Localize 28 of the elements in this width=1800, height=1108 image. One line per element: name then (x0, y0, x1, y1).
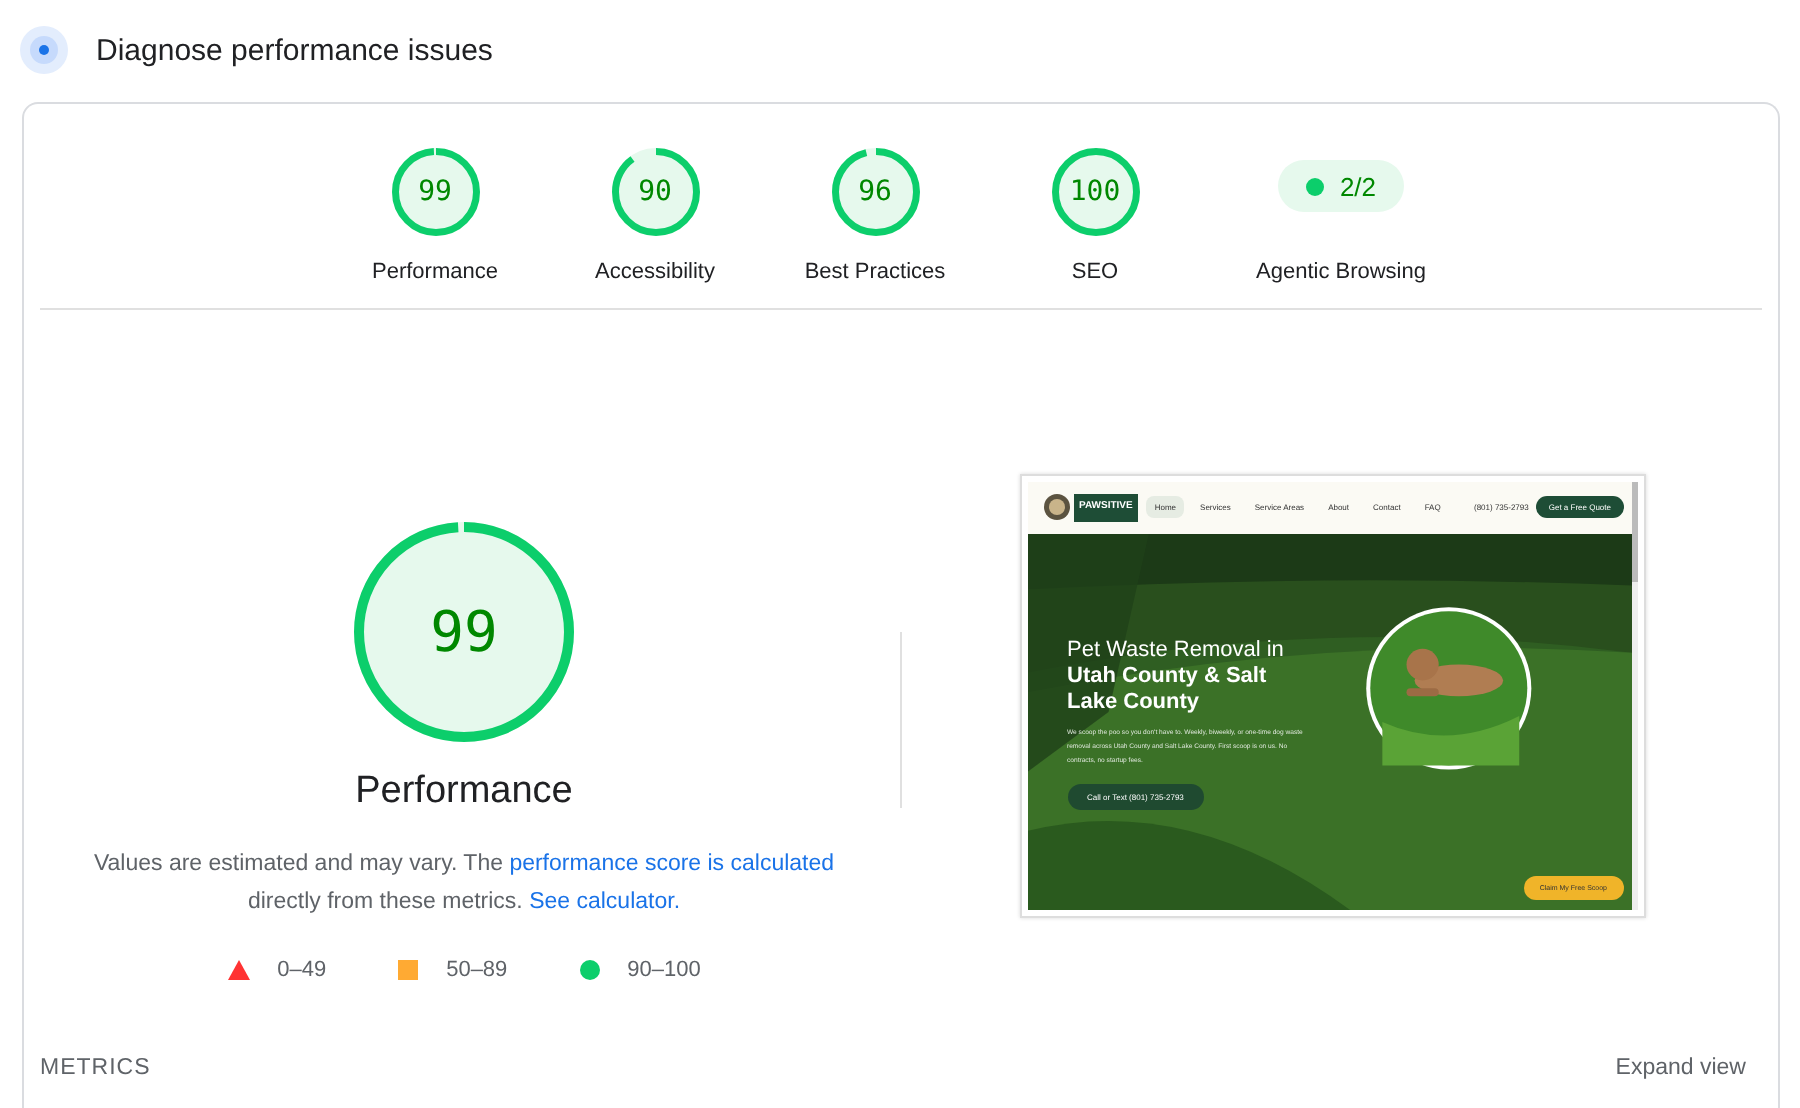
score-value: 99 (418, 176, 452, 208)
legend-range: 0–49 (277, 957, 327, 981)
hero-heading: Pet Waste Removal in (1067, 637, 1286, 663)
score-link[interactable]: performance score is calculated (509, 851, 835, 875)
score-value: 96 (858, 176, 892, 208)
calculator-link[interactable]: See calculator. (529, 889, 681, 913)
category-label[interactable]: SEO (1071, 260, 1119, 284)
hero-heading-bold: Utah County & Salt Lake County (1067, 663, 1269, 715)
score-value: 90 (638, 176, 672, 208)
score-description: Values are estimated and may vary. The performance score is calculated directly from these metrics. See calculator. (91, 849, 837, 917)
agentic-score: 2/2 (1339, 171, 1377, 201)
legend-range: 90–100 (627, 957, 701, 981)
performance-title: Performance (355, 769, 573, 813)
legend-range: 50–89 (446, 957, 508, 981)
category-label[interactable]: Accessibility (595, 260, 715, 284)
expand-view-button[interactable]: Expand view (1615, 1056, 1746, 1080)
section-title: Diagnose performance issues (96, 33, 493, 67)
category-label[interactable]: Best Practices (804, 260, 946, 284)
metrics-heading: METRICS (40, 1056, 151, 1080)
agentic-badge[interactable]: 2/2 (1277, 160, 1405, 212)
category-label[interactable]: Agentic Browsing (1256, 260, 1426, 284)
score-value: 100 (1069, 176, 1121, 208)
score-value: 99 (430, 598, 498, 664)
scrollbar-thumb[interactable] (1631, 481, 1637, 581)
gauge-icon (20, 26, 68, 74)
status-dot-icon (1305, 177, 1324, 195)
logo-icon (1043, 494, 1069, 520)
category-label[interactable]: Performance (372, 260, 498, 284)
